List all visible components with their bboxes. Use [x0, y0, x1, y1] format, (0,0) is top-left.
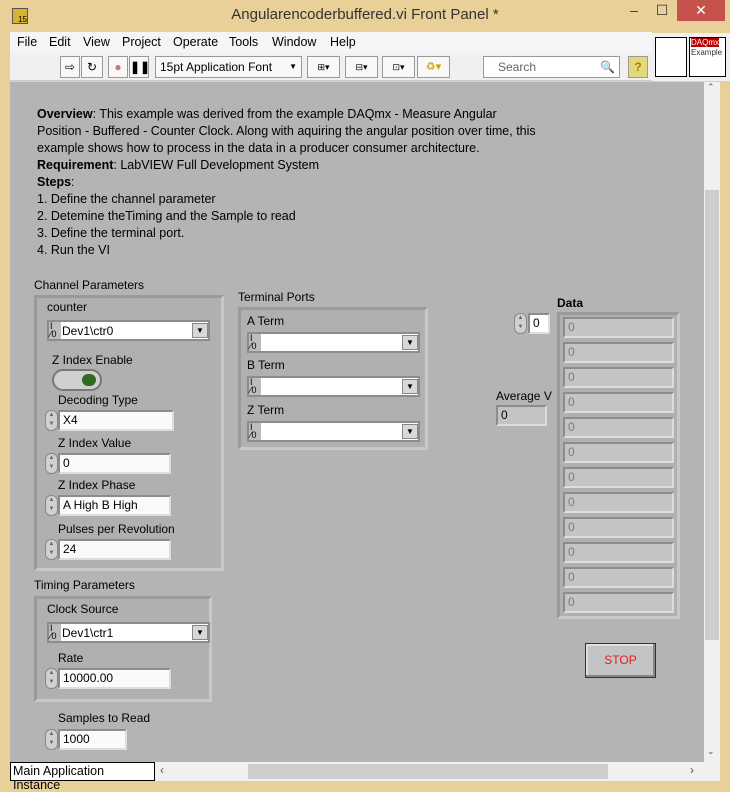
search-input[interactable]: Search 🔍	[483, 56, 620, 78]
decoding-type-stepper[interactable]: ▲ ▼	[45, 410, 58, 431]
timing-parameters-label: Timing Parameters	[34, 578, 135, 592]
array-index-field[interactable]: 0	[528, 313, 550, 334]
b-term-select[interactable]: I ⁄0 ▼	[247, 376, 420, 397]
z-term-label: Z Term	[247, 403, 285, 417]
menu-file[interactable]: File	[17, 35, 37, 49]
search-placeholder: Search	[498, 60, 537, 74]
chevron-down-icon: ▼	[192, 323, 208, 338]
chevron-down-icon: ▼	[402, 424, 418, 439]
menu-view[interactable]: View	[83, 35, 110, 49]
run-continuously-icon[interactable]: ↻	[81, 56, 103, 78]
chevron-down-icon: ▼	[192, 625, 208, 640]
minimize-button[interactable]: –	[620, 0, 648, 21]
data-element: 0	[563, 567, 674, 588]
counter-select[interactable]: I ⁄0 Dev1\ctr0 ▼	[47, 320, 210, 341]
abort-icon[interactable]: ●	[108, 56, 128, 78]
resize-objects-icon[interactable]: ⊡▾	[382, 56, 415, 78]
z-index-phase-stepper[interactable]: ▲ ▼	[45, 495, 58, 516]
maximize-button[interactable]: ☐	[648, 0, 676, 21]
data-element: 0	[563, 517, 674, 538]
counter-label: counter	[47, 300, 88, 314]
connector-pane-icon[interactable]	[655, 37, 687, 77]
front-panel: Overview: This example was derived from …	[10, 82, 704, 762]
terminal-ports-label: Terminal Ports	[238, 290, 315, 304]
data-element: 0	[563, 492, 674, 513]
stop-button[interactable]: STOP	[585, 643, 656, 678]
align-objects-icon[interactable]: ⊞▾	[307, 56, 340, 78]
average-v-label: Average V	[496, 389, 552, 403]
data-element: 0	[563, 367, 674, 388]
distribute-objects-icon[interactable]: ⊟▾	[345, 56, 378, 78]
z-index-value-label: Z Index Value	[58, 436, 132, 450]
samples-to-read-label: Samples to Read	[58, 711, 151, 725]
pulses-per-revolution-field[interactable]: 24	[58, 539, 171, 560]
menu-help[interactable]: Help	[330, 35, 356, 49]
pulses-per-revolution-label: Pulses per Revolution	[58, 522, 175, 536]
scroll-left-icon[interactable]: ‹	[160, 763, 164, 777]
average-v-indicator: 0	[496, 405, 547, 426]
menu-window[interactable]: Window	[272, 35, 316, 49]
data-element: 0	[563, 342, 674, 363]
vi-icon-label: DAQmx Example	[691, 38, 723, 57]
chevron-down-icon: ▼	[402, 335, 418, 350]
decoding-type-label: Decoding Type	[58, 393, 138, 407]
font-label: 15pt Application Font	[160, 60, 273, 74]
a-term-label: A Term	[247, 314, 285, 328]
data-element: 0	[563, 392, 674, 413]
scroll-down-icon[interactable]: ⌄	[707, 746, 715, 757]
close-button[interactable]: ✕	[677, 0, 725, 21]
a-term-select[interactable]: I ⁄0 ▼	[247, 332, 420, 353]
toolbar: ⇨ ↻ ● ❚❚ 15pt Application Font ▼ ⊞▾ ⊟▾ ⊡▾…	[10, 53, 652, 81]
rate-field[interactable]: 10000.00	[58, 668, 171, 689]
context-help-button[interactable]: ?	[628, 56, 648, 78]
data-label: Data	[557, 296, 584, 310]
rate-stepper[interactable]: ▲ ▼	[45, 668, 58, 689]
clock-source-select[interactable]: I ⁄0 Dev1\ctr1 ▼	[47, 622, 210, 643]
z-index-phase-label: Z Index Phase	[58, 478, 136, 492]
scroll-up-icon[interactable]: ⌃	[707, 82, 715, 93]
description-text: Overview: This example was derived from …	[37, 107, 536, 257]
title-bar: 15 Angularencoderbuffered.vi Front Panel…	[0, 0, 730, 31]
rate-label: Rate	[58, 651, 84, 665]
data-element: 0	[563, 417, 674, 438]
data-element: 0	[563, 542, 674, 563]
data-element: 0	[563, 592, 674, 613]
z-index-enable-label: Z Index Enable	[52, 353, 133, 367]
menu-operate[interactable]: Operate	[173, 35, 218, 49]
run-arrow-icon[interactable]: ⇨	[60, 56, 80, 78]
z-index-value-stepper[interactable]: ▲ ▼	[45, 453, 58, 474]
chevron-down-icon: ▼	[402, 379, 418, 394]
b-term-label: B Term	[247, 358, 285, 372]
application-instance-label: Main Application Instance	[10, 762, 155, 792]
z-index-value-field[interactable]: 0	[58, 453, 171, 474]
font-dropdown[interactable]: 15pt Application Font ▼	[155, 56, 302, 78]
search-icon: 🔍	[600, 60, 615, 74]
z-index-phase-field[interactable]: A High B High	[58, 495, 171, 516]
vi-icon[interactable]: DAQmx Example	[689, 37, 726, 77]
icon-pane: DAQmx Example	[652, 33, 730, 81]
z-index-enable-toggle[interactable]	[52, 369, 102, 391]
clock-source-label: Clock Source	[47, 602, 119, 616]
vertical-scrollbar[interactable]: ⌃ ⌄	[704, 82, 720, 762]
data-element: 0	[563, 467, 674, 488]
pulses-per-revolution-stepper[interactable]: ▲ ▼	[45, 539, 58, 560]
channel-parameters-label: Channel Parameters	[34, 278, 145, 292]
data-element: 0	[563, 317, 674, 338]
horizontal-scroll-thumb[interactable]	[248, 764, 608, 779]
menu-tools[interactable]: Tools	[229, 35, 258, 49]
status-bar: Main Application Instance ‹ ›	[10, 762, 720, 792]
decoding-type-field[interactable]: X4	[58, 410, 174, 431]
z-term-select[interactable]: I ⁄0 ▼	[247, 421, 420, 442]
menu-edit[interactable]: Edit	[49, 35, 71, 49]
samples-to-read-field[interactable]: 1000	[58, 729, 127, 750]
reorder-icon[interactable]: ♻▾	[417, 56, 450, 78]
menu-bar: File Edit View Project Operate Tools Win…	[10, 32, 652, 53]
pause-icon[interactable]: ❚❚	[129, 56, 150, 78]
vertical-scroll-thumb[interactable]	[705, 190, 719, 640]
array-index-stepper[interactable]: ▲ ▼	[514, 313, 527, 334]
data-element: 0	[563, 442, 674, 463]
menu-project[interactable]: Project	[122, 35, 161, 49]
scroll-right-icon[interactable]: ›	[690, 763, 694, 777]
samples-to-read-stepper[interactable]: ▲ ▼	[45, 729, 58, 750]
